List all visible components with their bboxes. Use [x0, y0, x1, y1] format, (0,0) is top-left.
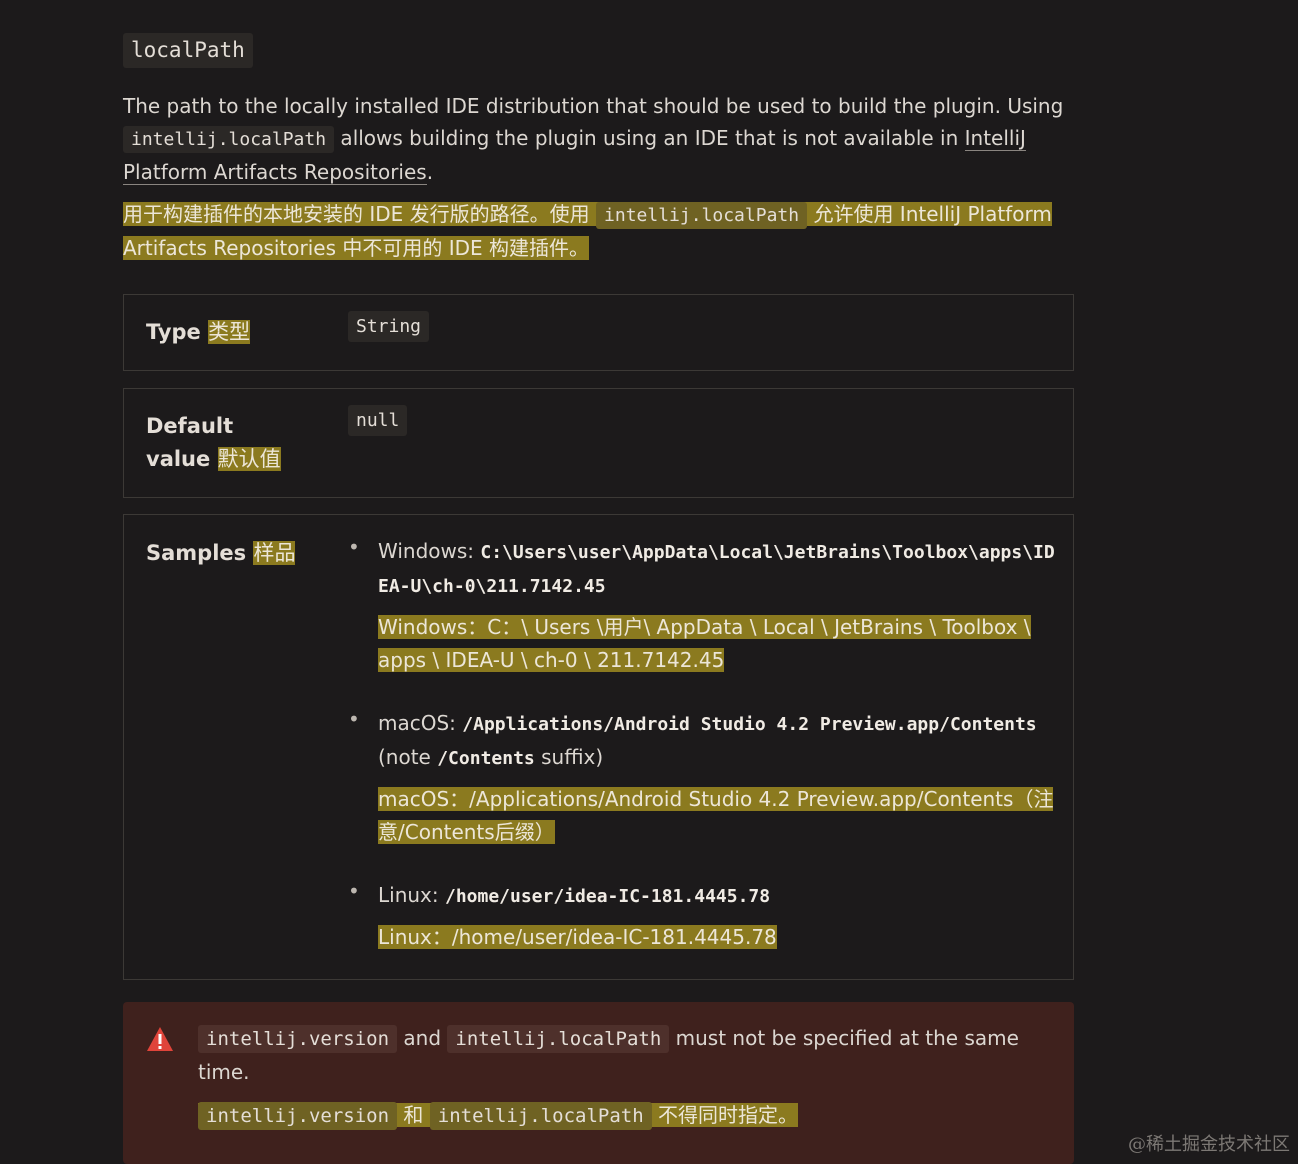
bullet: •	[348, 879, 360, 903]
warning-text: intellij.version and intellij.localPath …	[198, 1025, 1019, 1084]
samples-list: • Windows: C:\Users\user\AppData\Local\J…	[348, 535, 1058, 954]
warning-code-localpath: intellij.localPath	[447, 1025, 670, 1053]
macos-note-code: /Contents	[437, 748, 535, 769]
warning-translation: intellij.version 和 intellij.localPath 不得…	[198, 1100, 799, 1131]
property-name: localPath	[123, 33, 253, 68]
translation-text-1: 用于构建插件的本地安装的 IDE 发行版的路径。使用	[123, 202, 597, 226]
windows-path-translation: Windows：C：\ Users \用户\ AppData \ Local \…	[378, 615, 1031, 672]
default-value-label-translation: 默认值	[217, 447, 281, 471]
translation-code: intellij.localPath	[596, 202, 808, 229]
type-label-translation: 类型	[208, 320, 251, 344]
samples-row: Samples 样品 • Windows: C:\Users\user\AppD…	[123, 514, 1074, 980]
linux-path-translation: Linux：/home/user/idea-IC-181.4445.78	[378, 925, 777, 949]
default-value: null	[348, 405, 408, 436]
description-code: intellij.localPath	[123, 126, 335, 153]
type-label: Type 类型	[146, 320, 251, 344]
description-text-2: allows building the plugin using an IDE …	[334, 126, 965, 150]
sample-macos: • macOS: /Applications/Android Studio 4.…	[348, 707, 1054, 844]
sample-windows: • Windows: C:\Users\user\AppData\Local\J…	[348, 535, 1055, 672]
samples-label: Samples 样品	[146, 541, 296, 565]
sample-linux: • Linux: /home/user/idea-IC-181.4445.78 …	[348, 879, 777, 949]
watermark: @稀土掘金技术社区	[1128, 1134, 1290, 1155]
samples-label-translation: 样品	[253, 541, 296, 565]
type-value: String	[348, 311, 430, 342]
description-text-1: The path to the locally installed IDE di…	[123, 94, 1064, 118]
default-value-row: Default value 默认值 null	[123, 388, 1074, 498]
description-text-3: .	[426, 160, 434, 184]
linux-path: /home/user/idea-IC-181.4445.78	[444, 886, 771, 907]
bullet: •	[348, 707, 360, 731]
warning-callout: intellij.version and intellij.localPath …	[123, 1002, 1074, 1164]
macos-path: /Applications/Android Studio 4.2 Preview…	[462, 714, 1037, 735]
property-description-translation: 用于构建插件的本地安装的 IDE 发行版的路径。使用 intellij.loca…	[123, 198, 1083, 264]
bullet: •	[348, 535, 360, 559]
property-description: The path to the locally installed IDE di…	[123, 90, 1083, 188]
warning-code-version: intellij.version	[198, 1025, 398, 1053]
type-row: Type 类型 String	[123, 294, 1074, 371]
windows-path: C:\Users\user\AppData\Local\JetBrains\To…	[378, 542, 1055, 597]
macos-path-translation: macOS：/Applications/Android Studio 4.2 P…	[378, 787, 1054, 844]
default-value-label: Default value 默认值	[146, 414, 281, 471]
warning-icon	[146, 1026, 174, 1056]
